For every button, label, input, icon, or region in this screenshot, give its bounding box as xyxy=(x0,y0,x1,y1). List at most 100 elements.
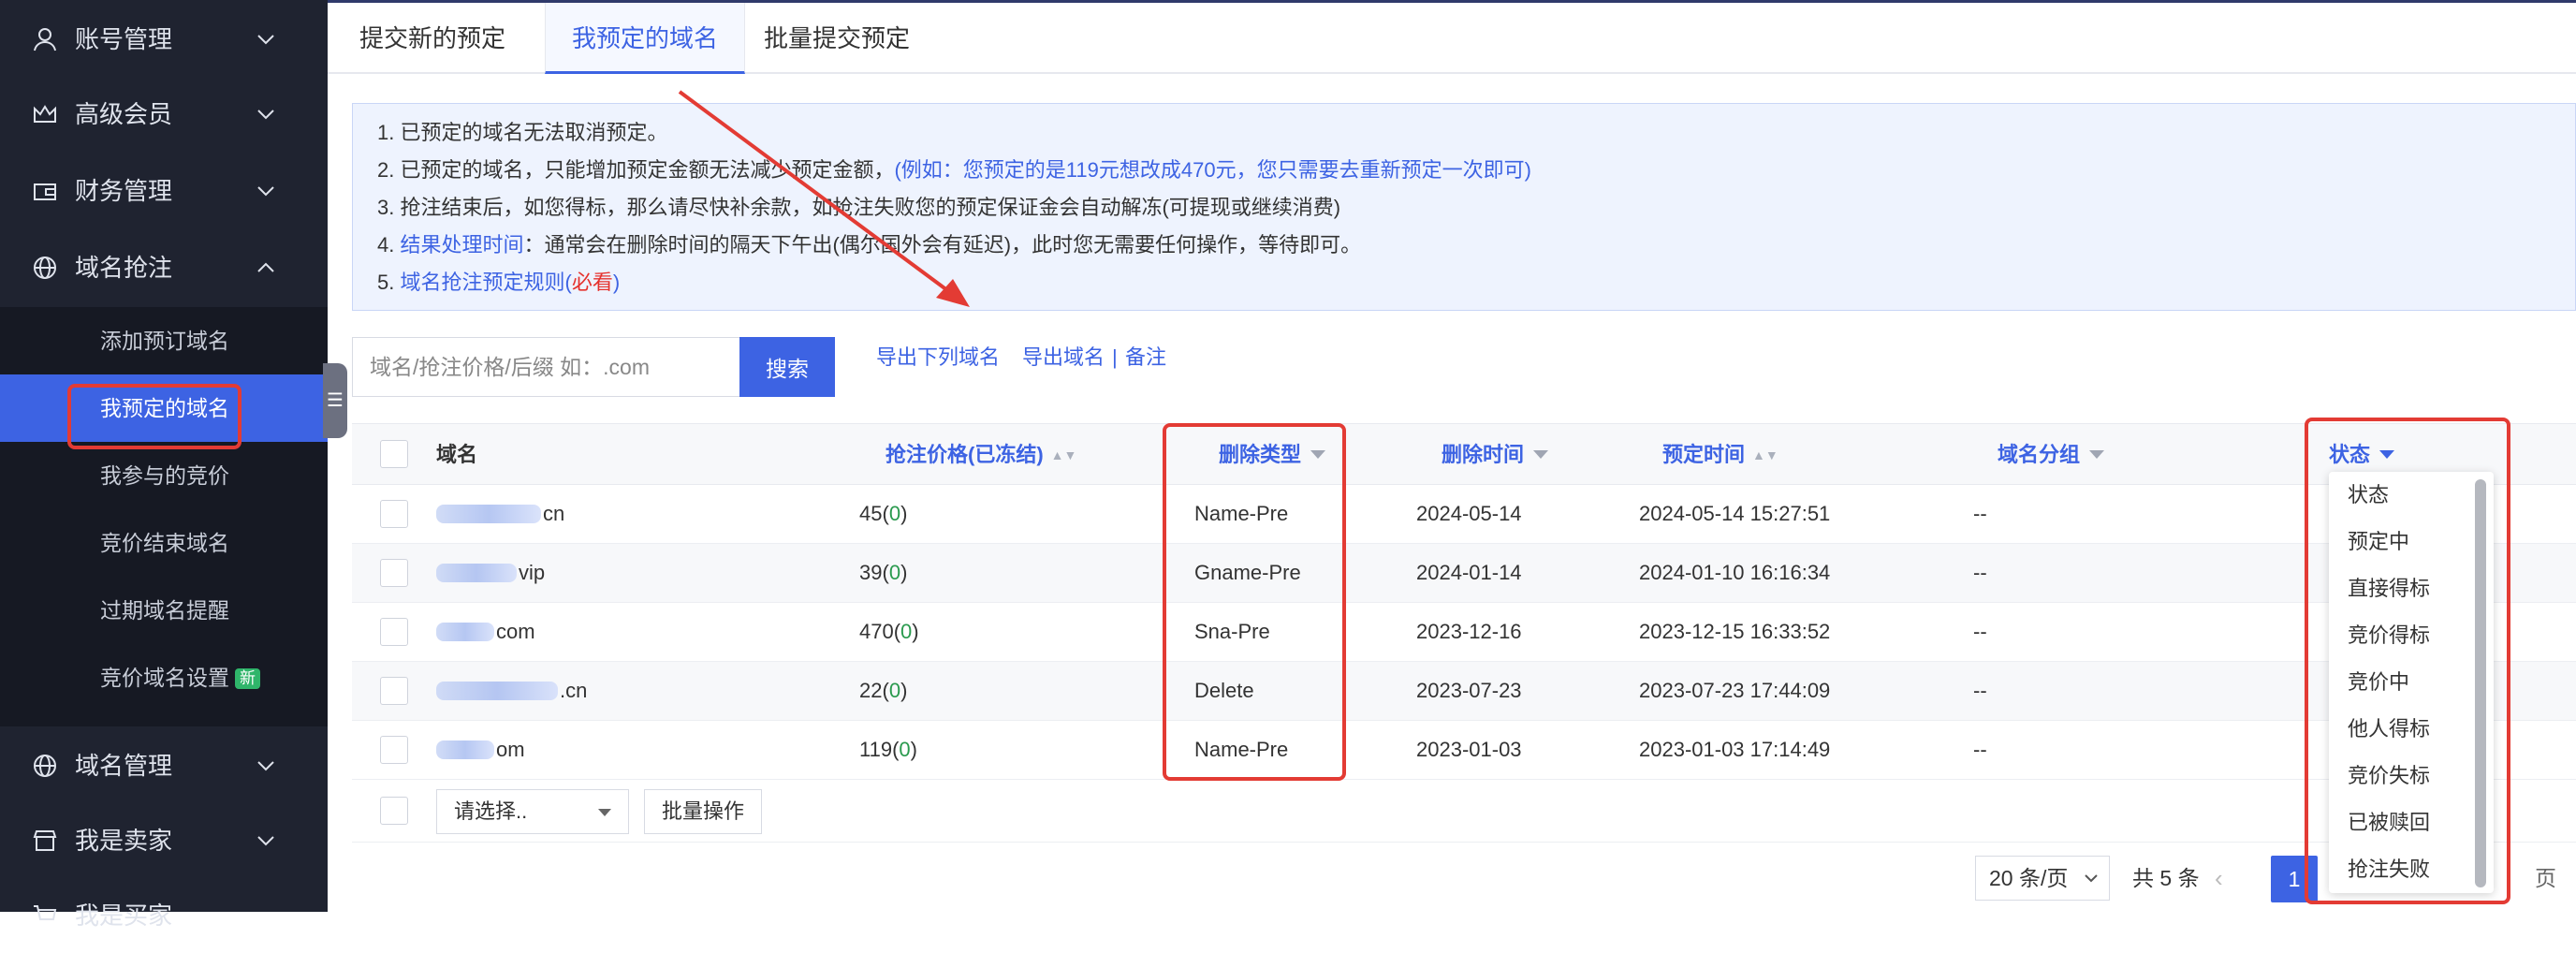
notice-line-2: 2. 已预定的域名，只能增加预定金额无法减少预定金额，(例如：您预定的是119元… xyxy=(377,158,1531,182)
sidebar-item-expiry-reminder[interactable]: 过期域名提醒 xyxy=(0,577,328,644)
tab-batch-submit[interactable]: 批量提交预定 xyxy=(738,3,936,74)
blurred-domain xyxy=(436,564,517,582)
menu-buyer-label: 我是买家 xyxy=(75,902,173,930)
chevron-down-icon xyxy=(257,110,274,120)
link-separator: | xyxy=(1112,345,1118,369)
chevron-up-icon xyxy=(257,262,274,272)
sort-icon: ▲▼ xyxy=(1050,447,1077,462)
domain-link[interactable]: om xyxy=(436,735,525,765)
notice-line-5: 5. 域名抢注预定规则(必看) xyxy=(377,271,621,294)
price-cell: 470(0) xyxy=(859,620,919,643)
highlight-box-status xyxy=(2305,418,2510,904)
blurred-domain xyxy=(436,505,541,523)
page-size-select[interactable]: 20 条/页 xyxy=(1975,856,2110,901)
search-input[interactable] xyxy=(352,337,739,397)
sort-icon: ▲▼ xyxy=(1752,447,1778,462)
table-row: cn 45(0) Name-Pre 2024-05-14 2024-05-14 … xyxy=(352,485,2576,544)
pagination: 20 条/页 共 5 条 ‹ 1 页 xyxy=(352,843,2576,912)
menu-buyer[interactable]: 我是买家 xyxy=(0,878,328,953)
batch-row: 请选择.. 批量操作 xyxy=(352,779,2576,843)
menu-domain-snatch-label: 域名抢注 xyxy=(75,254,173,282)
remark-link[interactable]: 备注 xyxy=(1125,343,1166,373)
header-delete-time[interactable]: 删除时间 xyxy=(1442,440,1549,470)
notice-box: 1. 已预定的域名无法取消预定。 2. 已预定的域名，只能增加预定金额无法减少预… xyxy=(352,103,2576,311)
caret-down-icon xyxy=(598,809,611,816)
tab-my-reservations[interactable]: 我预定的域名 xyxy=(545,3,746,74)
batch-operation-button[interactable]: 批量操作 xyxy=(644,789,762,834)
menu-account[interactable]: 账号管理 xyxy=(0,2,328,77)
domain-link[interactable]: com xyxy=(436,617,535,647)
row-checkbox[interactable] xyxy=(380,618,408,646)
table-row: om 119(0) Name-Pre 2023-01-03 2023-01-03… xyxy=(352,721,2576,780)
price-cell: 22(0) xyxy=(859,679,908,702)
price-cell: 45(0) xyxy=(859,502,908,525)
menu-icon: ☰ xyxy=(327,390,344,411)
caret-down-icon xyxy=(1533,450,1549,459)
batch-checkbox[interactable] xyxy=(380,797,408,825)
wallet-icon xyxy=(34,183,56,200)
chevron-down-icon xyxy=(257,836,274,846)
menu-domain-snatch[interactable]: 域名抢注 xyxy=(0,230,328,305)
menu-premium-label: 高级会员 xyxy=(75,100,173,128)
tab-submit-new[interactable]: 提交新的预定 xyxy=(333,3,532,74)
sidebar-item-bid-settings[interactable]: 竞价域名设置新 xyxy=(0,644,328,711)
sidebar: 账号管理 高级会员 财务管理 域名抢注 添加预订域名 我预定的域名 我参与的竞价… xyxy=(0,0,347,930)
reserve-time-cell: 2023-12-15 16:33:52 xyxy=(1639,620,1831,643)
row-checkbox[interactable] xyxy=(380,500,408,528)
table-row: vip 39(0) Gname-Pre 2024-01-14 2024-01-1… xyxy=(352,544,2576,603)
delete-time-cell: 2023-01-03 xyxy=(1416,738,1522,761)
export-domain-link[interactable]: 导出域名 xyxy=(1022,343,1105,373)
submenu-domain-snatch: 添加预订域名 我预定的域名 我参与的竞价 竞价结束域名 过期域名提醒 竞价域名设… xyxy=(0,307,328,726)
domain-link[interactable]: vip xyxy=(436,558,545,588)
row-checkbox[interactable] xyxy=(380,677,408,705)
chevron-down-icon xyxy=(2085,874,2098,883)
chevron-down-icon xyxy=(257,35,274,45)
cart-icon xyxy=(34,905,57,920)
notice-line-3: 3. 抢注结束后，如您得标，那么请尽快补余款，如抢注失败您的预定保证金会自动解冻… xyxy=(377,196,1341,219)
export-list-link[interactable]: 导出下列域名 xyxy=(876,343,1000,373)
user-icon xyxy=(34,28,56,51)
domain-link[interactable]: .cn xyxy=(436,676,587,706)
group-cell: -- xyxy=(1973,738,1987,761)
header-domain: 域名 xyxy=(436,443,478,466)
rules-link[interactable]: 域名抢注预定规则 xyxy=(400,271,564,294)
sidebar-collapse-handle[interactable]: ☰ xyxy=(323,363,347,438)
menu-seller[interactable]: 我是卖家 xyxy=(0,803,328,878)
batch-select[interactable]: 请选择.. xyxy=(436,789,629,834)
shop-icon xyxy=(33,830,57,851)
menu-seller-label: 我是卖家 xyxy=(75,827,173,855)
highlight-box-sidebar xyxy=(67,384,242,449)
notice-line-4: 4. 结果处理时间：通常会在删除时间的隔天下午出(偶尔国外会有延迟)，此时您无需… xyxy=(377,233,1362,257)
menu-domain-manage[interactable]: 域名管理 xyxy=(0,728,328,803)
row-checkbox[interactable] xyxy=(380,559,408,587)
row-checkbox[interactable] xyxy=(380,736,408,764)
caret-down-icon xyxy=(2089,450,2105,459)
search-button[interactable]: 搜索 xyxy=(739,337,835,397)
page-suffix: 页 xyxy=(2535,866,2556,890)
blurred-domain xyxy=(436,682,558,700)
menu-account-label: 账号管理 xyxy=(75,25,173,53)
blurred-domain xyxy=(436,740,494,759)
chevron-down-icon xyxy=(257,186,274,197)
domain-link[interactable]: cn xyxy=(436,499,564,529)
price-cell: 39(0) xyxy=(859,561,908,584)
sidebar-item-ended-bids[interactable]: 竞价结束域名 xyxy=(0,509,328,577)
prev-page-icon[interactable]: ‹ xyxy=(2215,863,2223,893)
select-all-checkbox[interactable] xyxy=(380,440,408,468)
price-cell: 119(0) xyxy=(859,738,917,761)
delete-time-cell: 2024-05-14 xyxy=(1416,502,1522,525)
crown-icon xyxy=(34,105,56,123)
blurred-domain xyxy=(436,623,494,641)
menu-premium[interactable]: 高级会员 xyxy=(0,77,328,152)
header-price[interactable]: 抢注价格(已冻结) ▲▼ xyxy=(886,440,1076,470)
delete-time-cell: 2023-12-16 xyxy=(1416,620,1522,643)
group-cell: -- xyxy=(1973,679,1987,702)
header-reserve-time[interactable]: 预定时间 ▲▼ xyxy=(1662,440,1778,470)
sidebar-item-add-reservation[interactable]: 添加预订域名 xyxy=(0,307,328,374)
menu-finance[interactable]: 财务管理 xyxy=(0,154,328,228)
globe-icon xyxy=(34,257,56,279)
sidebar-item-my-bids[interactable]: 我参与的竞价 xyxy=(0,442,328,509)
header-group[interactable]: 域名分组 xyxy=(1998,440,2105,470)
total-count: 共 5 条 xyxy=(2132,866,2200,890)
reserve-time-cell: 2024-05-14 15:27:51 xyxy=(1639,502,1831,525)
